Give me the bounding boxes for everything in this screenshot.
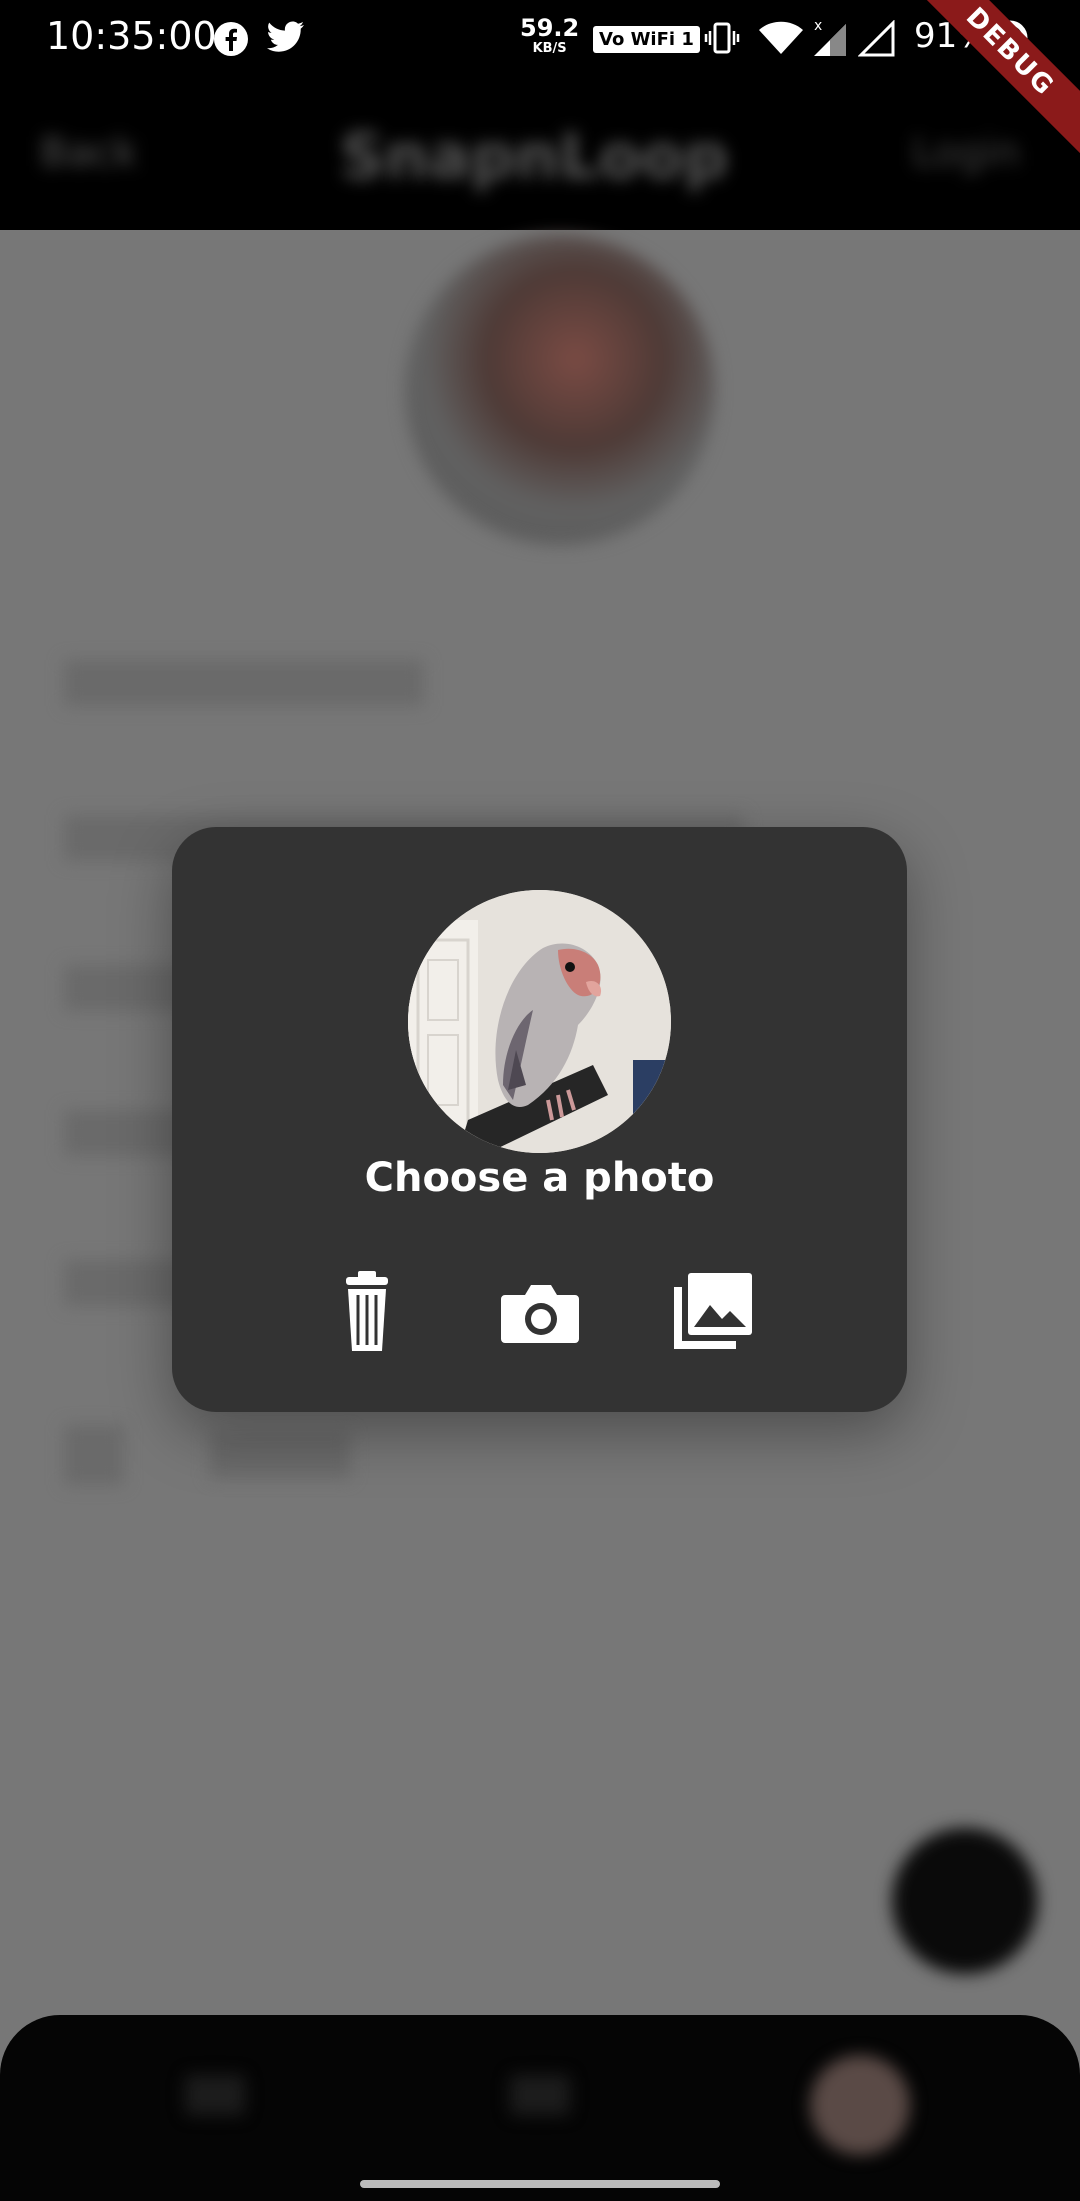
back-action: Back	[40, 130, 138, 176]
wifi-icon	[758, 20, 804, 60]
signal-icon: x	[810, 18, 850, 62]
signal-empty-icon	[857, 19, 896, 62]
svg-text:x: x	[814, 18, 822, 34]
network-speed: 59.2 KB/S	[520, 14, 580, 56]
username-field	[64, 660, 424, 706]
logout-label	[210, 1432, 350, 1478]
trash-icon	[322, 1267, 412, 1357]
twitter-icon	[266, 20, 306, 60]
nav-explore-icon	[510, 2075, 570, 2115]
home-indicator[interactable]	[360, 2180, 720, 2188]
photo-picker-dialog: Choose a photo	[172, 827, 907, 1412]
facebook-icon	[212, 20, 250, 62]
dialog-title: Choose a photo	[364, 1155, 715, 1201]
app-bar: Back SnapnLoop Login	[0, 80, 1080, 230]
nav-home-icon	[185, 2075, 245, 2115]
take-photo-button[interactable]	[495, 1267, 585, 1357]
choose-from-gallery-button[interactable]	[668, 1267, 758, 1357]
status-bar: 10:35:00 59.2 KB/S Vo WiFi 1 x 91%	[0, 0, 1080, 80]
profile-avatar	[405, 235, 715, 545]
camera-icon	[495, 1267, 585, 1357]
app-title: SnapnLoop	[340, 120, 729, 193]
bottom-nav	[0, 2015, 1080, 2201]
vibrate-icon	[704, 20, 740, 60]
login-action: Login	[912, 130, 1020, 176]
status-time: 10:35:00	[46, 14, 217, 58]
floating-action-button	[892, 1828, 1038, 1974]
app-background: 10:35:00 59.2 KB/S Vo WiFi 1 x 91% DEBUG	[0, 0, 1080, 2201]
current-profile-photo	[408, 890, 671, 1153]
delete-photo-button[interactable]	[322, 1267, 412, 1357]
nav-profile-avatar	[810, 2055, 910, 2155]
logout-icon	[64, 1425, 124, 1485]
gallery-icon	[668, 1267, 758, 1357]
vowifi-badge: Vo WiFi 1	[593, 26, 700, 53]
